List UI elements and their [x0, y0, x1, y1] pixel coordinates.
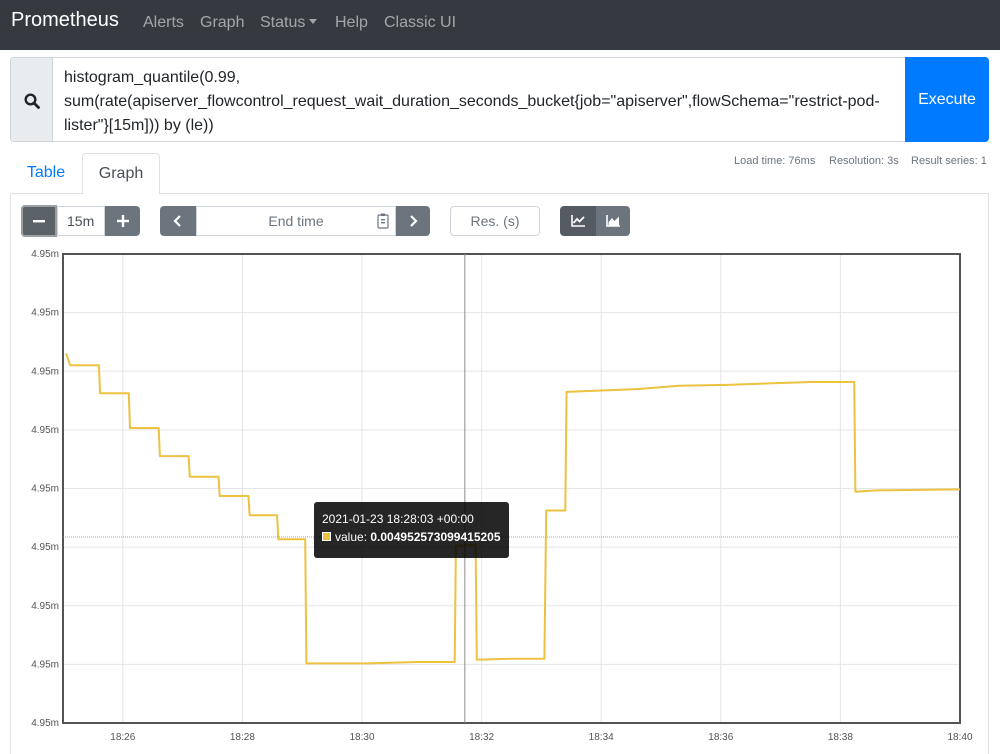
y-tick-label: 4.95m [31, 659, 59, 670]
tooltip-value: 0.004952573099415205 [370, 530, 501, 544]
y-tick-label: 4.95m [31, 308, 59, 319]
y-tick-label: 4.95m [31, 542, 59, 553]
tooltip-value-label: value: [335, 530, 368, 544]
tooltip-time: 2021-01-23 18:28:03 +00:00 [322, 512, 474, 526]
graph-chart[interactable]: 4.95m 4.95m 4.95m 4.95m 4.95m 4.95m 4.95m 4.95m… [0, 0, 1000, 753]
series-swatch [322, 532, 331, 541]
x-tick-label: 18:30 [349, 732, 374, 743]
y-tick-label: 4.95m [31, 484, 59, 495]
x-tick-label: 18:28 [230, 732, 255, 743]
x-tick-label: 18:36 [708, 732, 733, 743]
y-tick-label: 4.95m [31, 366, 59, 377]
series-line [65, 353, 961, 665]
x-tick-label: 18:34 [589, 732, 614, 743]
y-tick-label: 4.95m [31, 425, 59, 436]
x-tick-label: 18:38 [828, 732, 853, 743]
x-tick-label: 18:32 [469, 732, 494, 743]
y-tick-label: 4.95m [31, 249, 59, 260]
x-tick-label: 18:40 [947, 732, 972, 743]
y-tick-label: 4.95m [31, 601, 59, 612]
graph-tooltip: 2021-01-23 18:28:03 +00:00 value: 0.0049… [314, 502, 509, 558]
tooltip-value-row: value: 0.004952573099415205 [322, 528, 501, 546]
x-tick-label: 18:26 [110, 732, 135, 743]
y-tick-label: 4.95m [31, 718, 59, 729]
